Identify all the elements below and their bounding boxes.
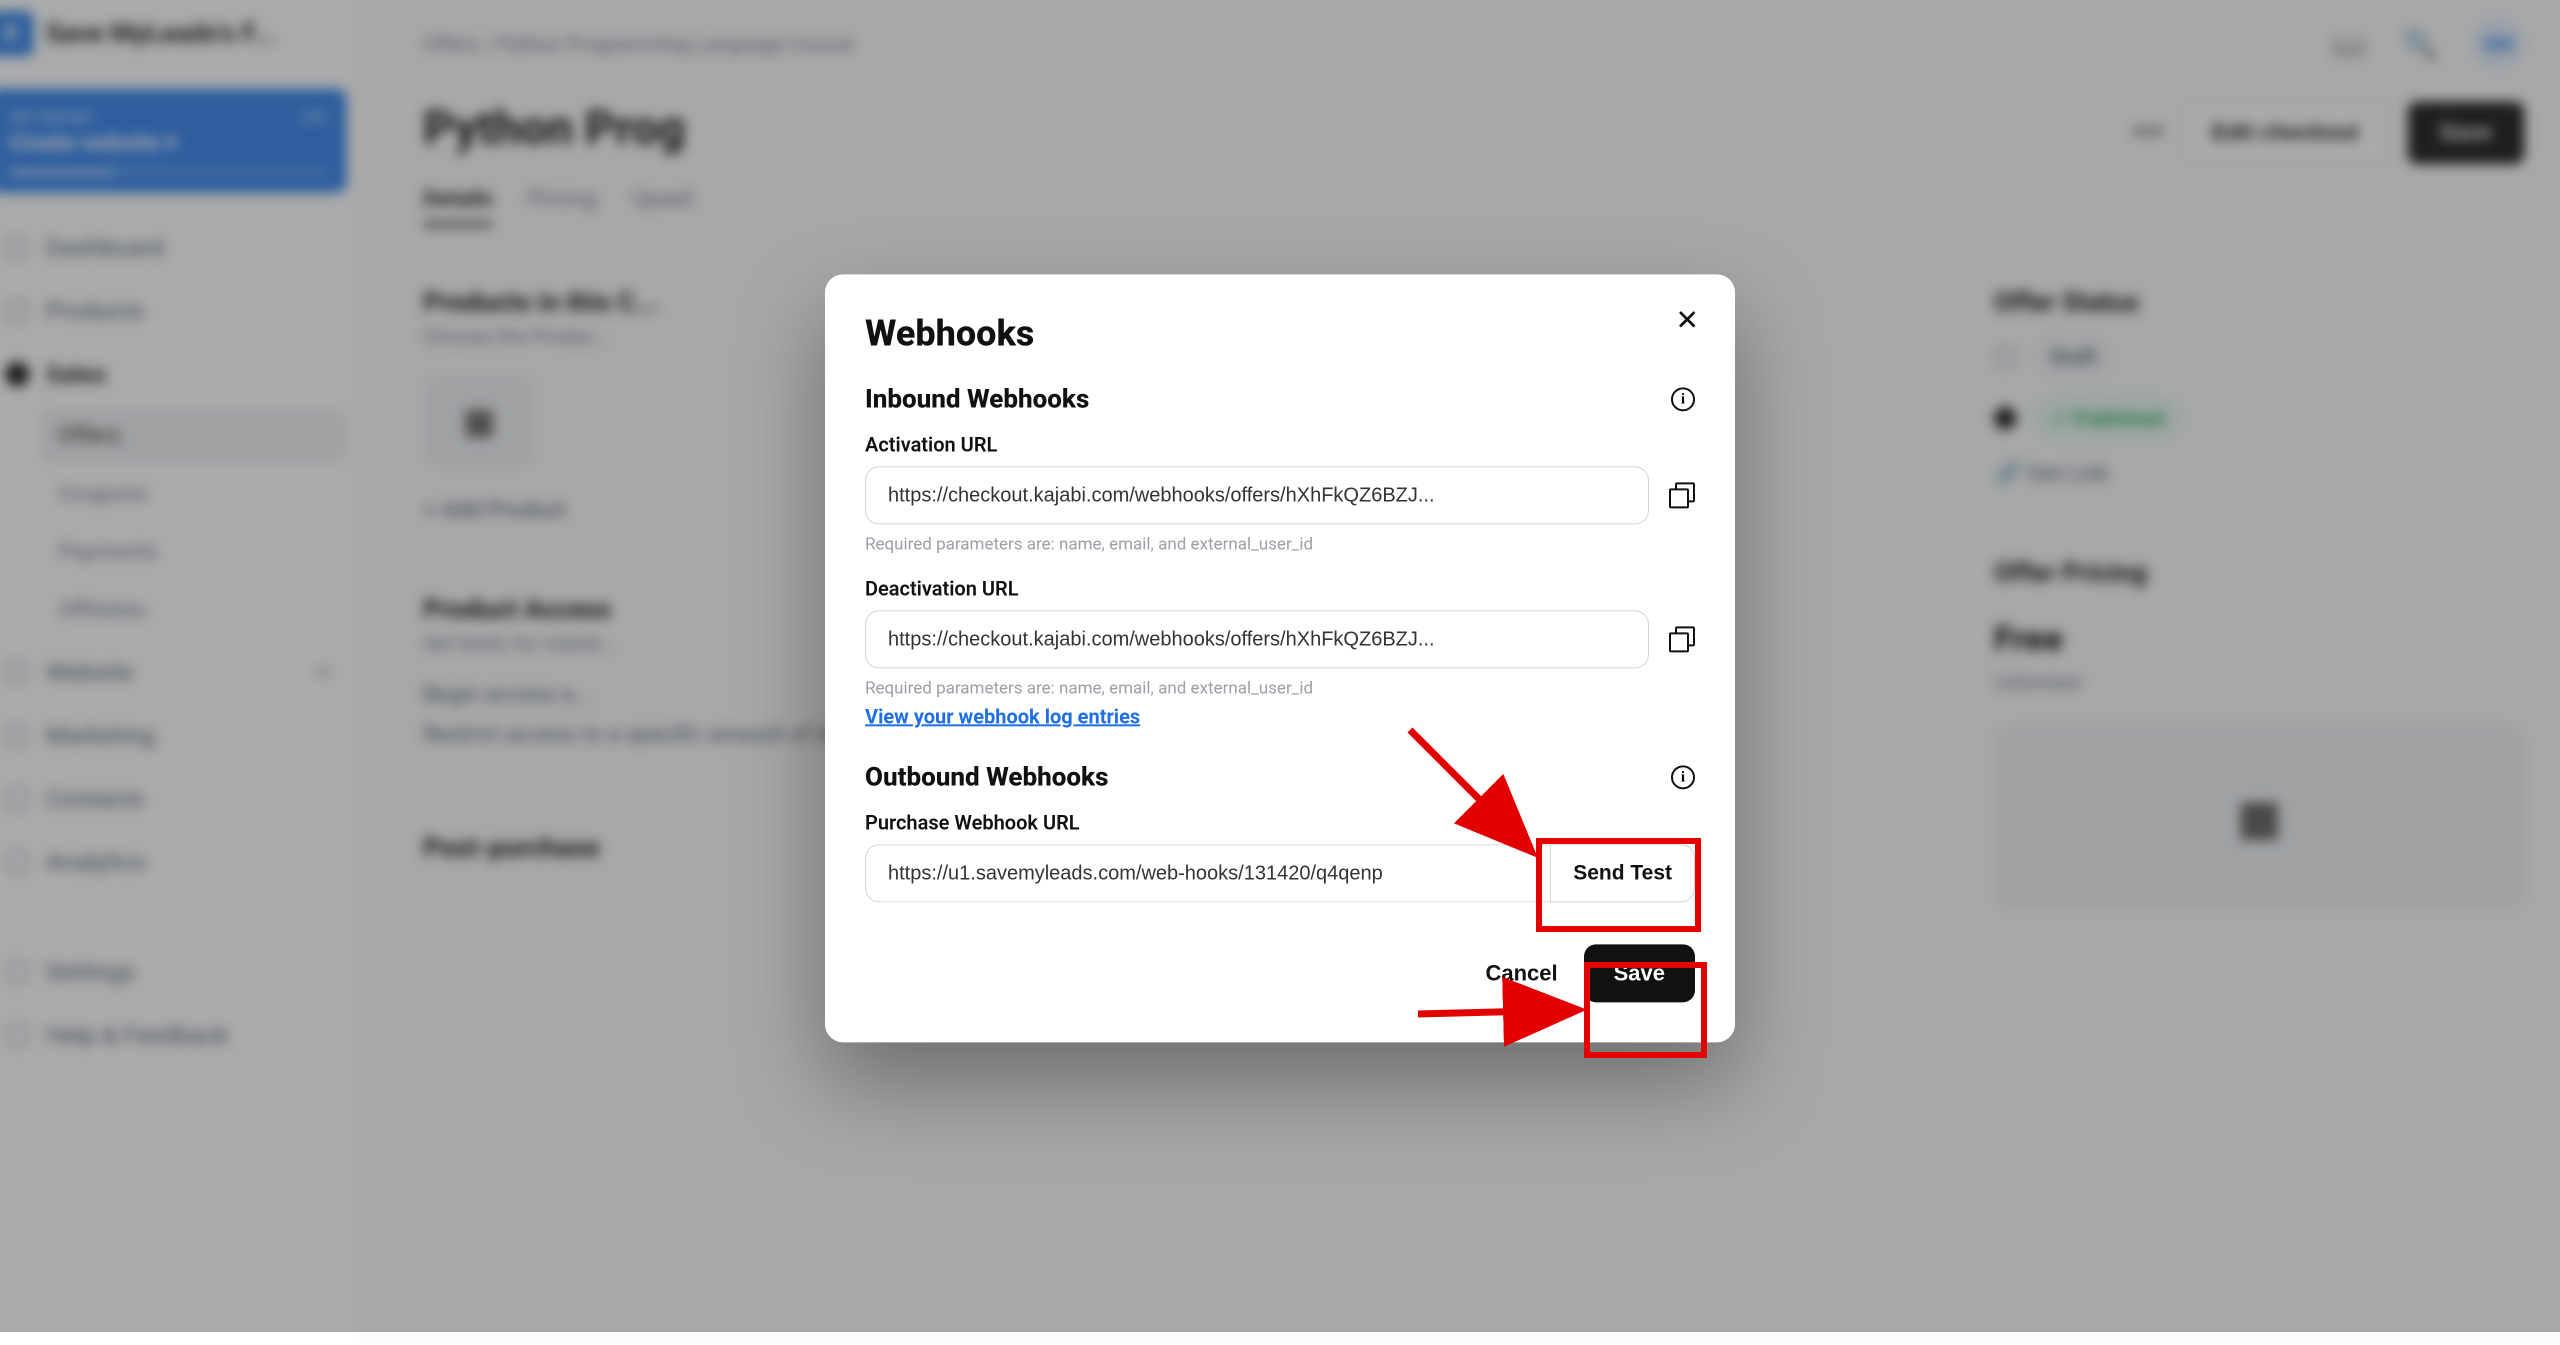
close-icon[interactable]: ✕ — [1676, 306, 1699, 334]
copy-icon[interactable] — [1669, 482, 1695, 508]
purchase-row: Send Test — [865, 844, 1695, 902]
inbound-title: Inbound Webhooks — [865, 384, 1089, 414]
deactivation-url-input[interactable] — [865, 610, 1649, 668]
modal-save-button[interactable]: Save — [1584, 944, 1695, 1002]
activation-label: Activation URL — [865, 432, 1695, 456]
activation-hint: Required parameters are: name, email, an… — [865, 534, 1695, 554]
outbound-title: Outbound Webhooks — [865, 762, 1108, 792]
activation-url-input[interactable] — [865, 466, 1649, 524]
inbound-section-head: Inbound Webhooks i — [865, 384, 1695, 414]
deactivation-label: Deactivation URL — [865, 576, 1695, 600]
purchase-url-input[interactable] — [865, 844, 1550, 902]
deactivation-hint: Required parameters are: name, email, an… — [865, 678, 1695, 698]
modal-title: Webhooks — [865, 312, 1695, 354]
activation-row — [865, 466, 1695, 524]
webhooks-modal: ✕ Webhooks Inbound Webhooks i Activation… — [825, 274, 1735, 1042]
info-icon[interactable]: i — [1671, 387, 1695, 411]
outbound-section-head: Outbound Webhooks i — [865, 762, 1695, 792]
modal-footer: Cancel Save — [865, 944, 1695, 1002]
copy-icon[interactable] — [1669, 626, 1695, 652]
deactivation-row — [865, 610, 1695, 668]
info-icon[interactable]: i — [1671, 765, 1695, 789]
send-test-button[interactable]: Send Test — [1550, 844, 1695, 902]
log-entries-link[interactable]: View your webhook log entries — [865, 704, 1140, 728]
purchase-label: Purchase Webhook URL — [865, 810, 1695, 834]
cancel-button[interactable]: Cancel — [1485, 960, 1557, 986]
